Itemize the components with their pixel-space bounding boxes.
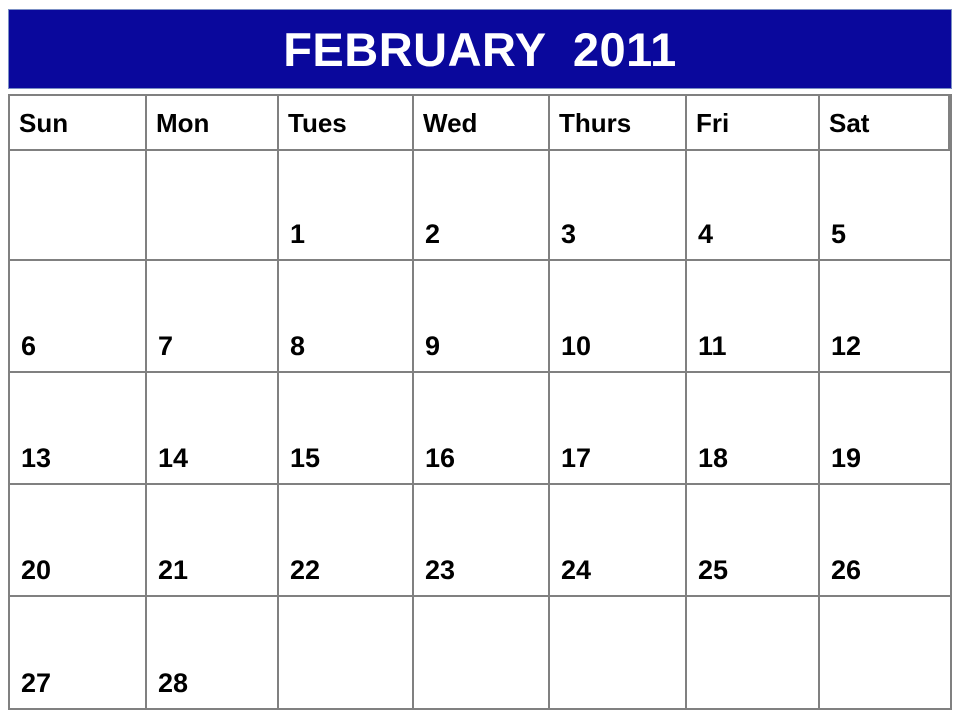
day-header-label: Mon (156, 107, 210, 138)
day-header-label: Thurs (559, 107, 632, 138)
day-cell[interactable]: 17 (550, 373, 687, 485)
day-number: 14 (158, 443, 189, 473)
day-cell[interactable]: 9 (414, 261, 550, 373)
day-number: 5 (831, 219, 847, 249)
day-cell[interactable]: 1 (279, 151, 414, 261)
day-cell[interactable]: 10 (550, 261, 687, 373)
day-cell[interactable] (147, 151, 279, 261)
day-header-tues: Tues (279, 96, 414, 151)
day-number: 23 (425, 555, 456, 585)
day-cell[interactable]: 3 (550, 151, 687, 261)
day-number: 15 (290, 443, 321, 473)
day-number: 4 (698, 219, 714, 249)
day-number: 12 (831, 331, 862, 361)
day-cell[interactable]: 24 (550, 485, 687, 597)
calendar-title: FEBRUARY 2011 (283, 22, 677, 76)
calendar-page: FEBRUARY 2011 Sun Mon Tues Wed Thurs Fri… (0, 0, 960, 720)
day-header-sat: Sat (820, 96, 950, 151)
day-header-label: Tues (288, 107, 347, 138)
day-cell[interactable] (279, 597, 414, 708)
day-cell[interactable] (820, 597, 950, 708)
day-number: 27 (21, 668, 52, 698)
day-cell[interactable]: 12 (820, 261, 950, 373)
calendar-grid: Sun Mon Tues Wed Thurs Fri Sat 1 2 3 4 5… (8, 94, 952, 710)
day-number: 6 (21, 331, 37, 361)
day-cell[interactable]: 8 (279, 261, 414, 373)
day-cell[interactable]: 20 (10, 485, 147, 597)
day-cell[interactable]: 25 (687, 485, 820, 597)
day-header-label: Fri (696, 107, 730, 138)
day-header-thurs: Thurs (550, 96, 687, 151)
day-number: 25 (698, 555, 729, 585)
day-cell[interactable]: 16 (414, 373, 550, 485)
day-number: 28 (158, 668, 189, 698)
day-number: 1 (290, 219, 306, 249)
day-cell[interactable] (10, 151, 147, 261)
day-cell[interactable]: 11 (687, 261, 820, 373)
day-number: 17 (561, 443, 592, 473)
day-cell[interactable]: 26 (820, 485, 950, 597)
day-cell[interactable]: 15 (279, 373, 414, 485)
day-cell[interactable] (414, 597, 550, 708)
day-cell[interactable]: 18 (687, 373, 820, 485)
day-number: 9 (425, 331, 441, 361)
day-number: 7 (158, 331, 174, 361)
day-number: 20 (21, 555, 52, 585)
day-number: 21 (158, 555, 189, 585)
day-number: 8 (290, 331, 306, 361)
day-header-fri: Fri (687, 96, 820, 151)
day-header-wed: Wed (414, 96, 550, 151)
day-number: 18 (698, 443, 729, 473)
day-cell[interactable]: 22 (279, 485, 414, 597)
day-cell[interactable]: 27 (10, 597, 147, 708)
day-number: 2 (425, 219, 441, 249)
day-number: 10 (561, 331, 592, 361)
calendar-title-banner: FEBRUARY 2011 (8, 9, 952, 89)
day-cell[interactable]: 2 (414, 151, 550, 261)
day-cell[interactable]: 21 (147, 485, 279, 597)
day-number: 22 (290, 555, 321, 585)
day-number: 16 (425, 443, 456, 473)
day-number: 26 (831, 555, 862, 585)
day-cell[interactable] (687, 597, 820, 708)
day-cell[interactable]: 7 (147, 261, 279, 373)
day-header-sun: Sun (10, 96, 147, 151)
day-number: 24 (561, 555, 592, 585)
day-cell[interactable]: 4 (687, 151, 820, 261)
day-cell[interactable]: 5 (820, 151, 950, 261)
day-number: 19 (831, 443, 862, 473)
day-number: 11 (698, 331, 727, 361)
day-cell[interactable] (550, 597, 687, 708)
day-cell[interactable]: 19 (820, 373, 950, 485)
day-cell[interactable]: 14 (147, 373, 279, 485)
day-header-mon: Mon (147, 96, 279, 151)
day-cell[interactable]: 23 (414, 485, 550, 597)
day-header-label: Wed (423, 107, 478, 138)
day-number: 13 (21, 443, 52, 473)
day-header-label: Sun (19, 107, 69, 138)
day-header-label: Sat (829, 107, 870, 138)
day-cell[interactable]: 6 (10, 261, 147, 373)
day-number: 3 (561, 219, 577, 249)
day-cell[interactable]: 28 (147, 597, 279, 708)
day-cell[interactable]: 13 (10, 373, 147, 485)
